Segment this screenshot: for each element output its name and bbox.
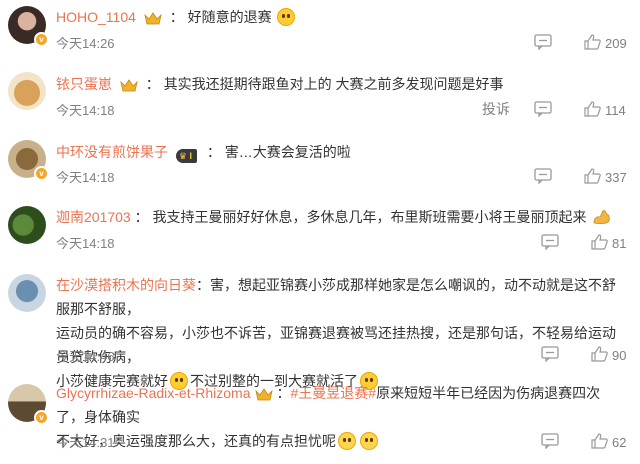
like-count: 90: [612, 348, 627, 363]
like-count: 81: [612, 236, 627, 251]
comment-body: 好随意的退赛: [187, 9, 272, 25]
comment-text: 迦南201703 ： 我支持王曼丽好好休息，多休息几年，布里斯班需要小将王曼丽顶…: [56, 205, 626, 229]
reply-icon[interactable]: [534, 168, 552, 184]
separator: ：: [145, 76, 160, 92]
emoji-icon: [360, 432, 378, 450]
timestamp: 今天14:18: [56, 170, 115, 185]
like-icon[interactable]: [591, 433, 608, 449]
comment-text: 在沙漠搭积木的向日葵：害，想起亚锦赛小莎成那样她家是怎么嘲讽的，动不动就是这不舒…: [56, 273, 626, 393]
comment-text: 铱只蛋崽 ： 其实我还挺期待跟鱼对上的 大赛之前多发现问题是好事: [56, 72, 626, 96]
like-count: 209: [605, 36, 627, 51]
username[interactable]: 迦南201703: [56, 209, 131, 225]
timestamp: 今天14:31: [56, 435, 115, 450]
username[interactable]: 中环没有煎饼果子: [56, 144, 168, 160]
like-icon[interactable]: [591, 346, 608, 362]
reply-icon[interactable]: [534, 34, 552, 50]
avatar[interactable]: v: [8, 384, 49, 425]
timestamp: 今天14:18: [56, 236, 115, 251]
like-count: 337: [605, 170, 627, 185]
username[interactable]: HOHO_1104: [56, 9, 136, 25]
comment-body: 我支持王曼丽好好休息，多休息几年，布里斯班需要小将王曼丽顶起来: [152, 209, 587, 225]
timestamp: 今天14:26: [56, 36, 115, 51]
crown-icon: [120, 79, 138, 92]
like-icon[interactable]: [584, 168, 601, 184]
reply-icon[interactable]: [541, 234, 559, 250]
comment-text: 中环没有煎饼果子 ♛ I ： 害…大赛会复活的啦: [56, 140, 626, 164]
vip-badge-icon: v: [34, 410, 49, 425]
muscle-emoji-icon: [593, 210, 611, 224]
like-count: 114: [605, 103, 626, 118]
crown-icon: ♛: [178, 151, 187, 161]
reply-icon[interactable]: [541, 433, 559, 449]
like-count: 62: [612, 435, 627, 450]
timestamp: 今天14:46: [56, 349, 115, 364]
emoji-icon: [338, 432, 356, 450]
username[interactable]: Glycyrrhizae-Radix-et-Rhizoma: [56, 385, 251, 401]
avatar[interactable]: [8, 274, 46, 312]
separator: ：: [169, 9, 184, 25]
crown-icon: [254, 388, 273, 401]
username[interactable]: 铱只蛋崽: [56, 76, 112, 92]
report-button[interactable]: 投诉: [482, 99, 510, 119]
separator: ：: [134, 209, 149, 225]
vip-badge-icon: v: [34, 166, 49, 181]
timestamp: 今天14:18: [56, 103, 115, 118]
separator: ：: [196, 277, 210, 293]
like-icon[interactable]: [591, 234, 608, 250]
rank-badge: ♛ I: [175, 149, 197, 163]
avatar[interactable]: [8, 206, 46, 244]
avatar[interactable]: v: [8, 6, 49, 47]
separator: ：: [206, 144, 221, 160]
hashtag-link[interactable]: #王曼昱退赛#: [291, 385, 377, 401]
emoji-icon: [277, 8, 296, 26]
separator: ：: [276, 385, 291, 401]
comment-text: HOHO_1104 ： 好随意的退赛: [56, 5, 626, 29]
reply-icon[interactable]: [541, 346, 559, 362]
avatar[interactable]: [8, 72, 46, 110]
like-icon[interactable]: [584, 34, 601, 50]
vip-badge-icon: v: [34, 32, 49, 47]
username[interactable]: 在沙漠搭积木的向日葵: [56, 277, 196, 293]
like-icon[interactable]: [584, 101, 601, 117]
crown-icon: [144, 12, 162, 25]
reply-icon[interactable]: [534, 101, 552, 117]
comment-body: 其实我还挺期待跟鱼对上的 大赛之前多发现问题是好事: [163, 76, 504, 92]
comment-body: 害…大赛会复活的啦: [224, 144, 351, 160]
avatar[interactable]: v: [8, 140, 49, 181]
